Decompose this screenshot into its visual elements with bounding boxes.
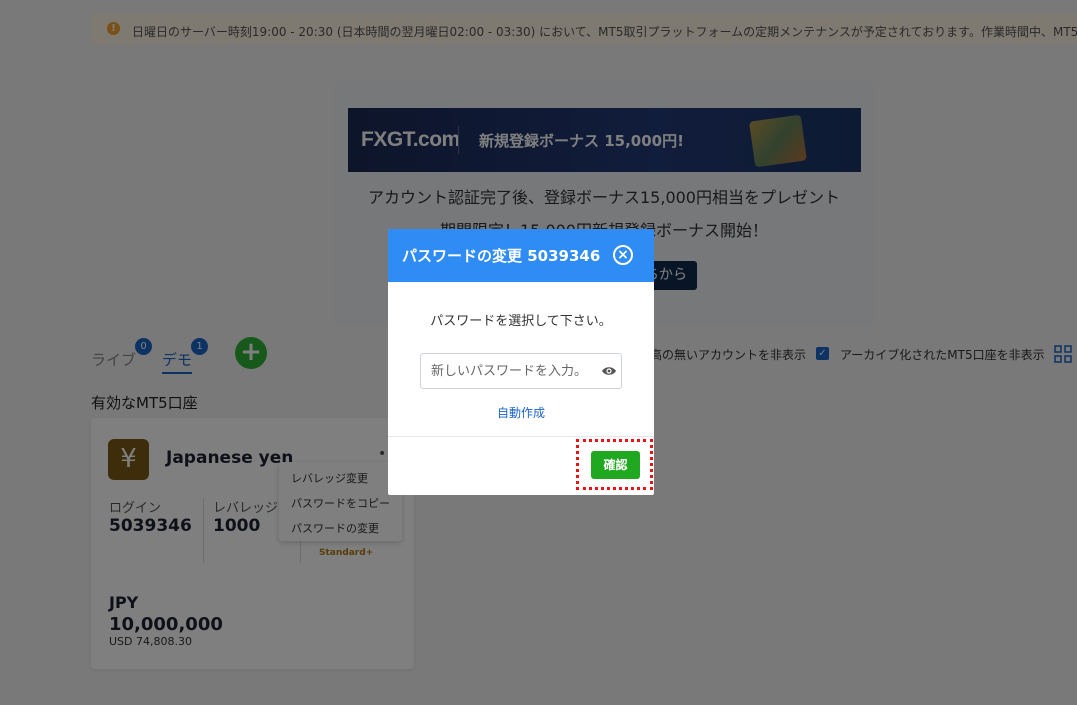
- auto-generate-link[interactable]: 自動作成: [388, 404, 654, 421]
- eye-icon[interactable]: [601, 364, 617, 378]
- dialog-divider: [388, 436, 654, 437]
- new-password-input[interactable]: [420, 353, 622, 389]
- confirm-button[interactable]: 確認: [591, 451, 640, 479]
- dialog-header: パスワードの変更 5039346 ×: [388, 229, 654, 282]
- dialog-prompt: パスワードを選択して下さい。: [430, 314, 612, 329]
- dialog-title: パスワードの変更 5039346: [402, 247, 601, 265]
- close-icon[interactable]: ×: [613, 245, 633, 265]
